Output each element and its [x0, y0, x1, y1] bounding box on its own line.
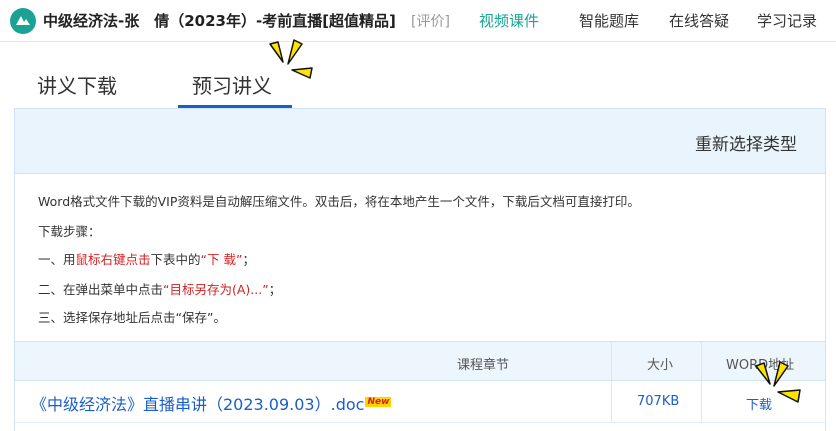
- step-2: 二、在弹出菜单中点击“目标另存为(A)...”；: [38, 282, 282, 297]
- top-header: 中级经济法-张 倩（2023年）-考前直播[超值精品] [评价] 视频课件 智能…: [0, 0, 836, 42]
- nav-study-record[interactable]: 学习记录: [757, 10, 817, 31]
- table-header: 课程章节 大小 WORD地址: [15, 341, 825, 381]
- download-panel: 重新选择类型 Word格式文件下载的VIP资料是自动解压缩文件。双击后，将在本地…: [14, 108, 826, 431]
- click-highlight-icon: [755, 361, 801, 403]
- col-size: 大小: [647, 358, 674, 373]
- nav-online-qa[interactable]: 在线答疑: [669, 10, 729, 31]
- tab-handout-download[interactable]: 讲义下载: [37, 70, 117, 99]
- table-row: 《中级经济法》直播串讲（2023.09.03）.doc New 707KB 下载: [15, 381, 825, 423]
- nav-smart-question-bank[interactable]: 智能题库: [579, 10, 639, 31]
- panel-header: 重新选择类型: [15, 109, 825, 174]
- brand-logo-icon[interactable]: [10, 8, 36, 34]
- column-divider: [611, 381, 612, 422]
- file-size: 707KB: [637, 394, 680, 409]
- column-divider: [701, 342, 702, 380]
- steps-title: 下载步骤：: [38, 224, 101, 239]
- column-divider: [611, 342, 612, 380]
- handout-file-link[interactable]: 《中级经济法》直播串讲（2023.09.03）.doc New: [31, 391, 392, 415]
- step-1: 一、用鼠标右键点击下表中的“下 载”；: [38, 252, 255, 267]
- tab-preview-handout[interactable]: 预习讲义: [192, 70, 272, 99]
- reselect-type-button[interactable]: 重新选择类型: [695, 130, 797, 155]
- step-3: 三、选择保存地址后点击“保存”。: [38, 310, 226, 325]
- new-badge: New: [365, 397, 392, 407]
- course-title: 中级经济法-张 倩（2023年）-考前直播[超值精品]: [43, 12, 396, 30]
- nav-video-courseware[interactable]: 视频课件: [479, 10, 539, 31]
- rate-link[interactable]: [评价]: [411, 11, 450, 31]
- intro-text: Word格式文件下载的VIP资料是自动解压缩文件。双击后，将在本地产生一个文件，…: [38, 194, 640, 209]
- col-chapter: 课程章节: [457, 358, 510, 373]
- click-highlight-icon: [269, 39, 313, 79]
- column-divider: [701, 381, 702, 422]
- tab-bar: 讲义下载 预习讲义: [0, 42, 836, 108]
